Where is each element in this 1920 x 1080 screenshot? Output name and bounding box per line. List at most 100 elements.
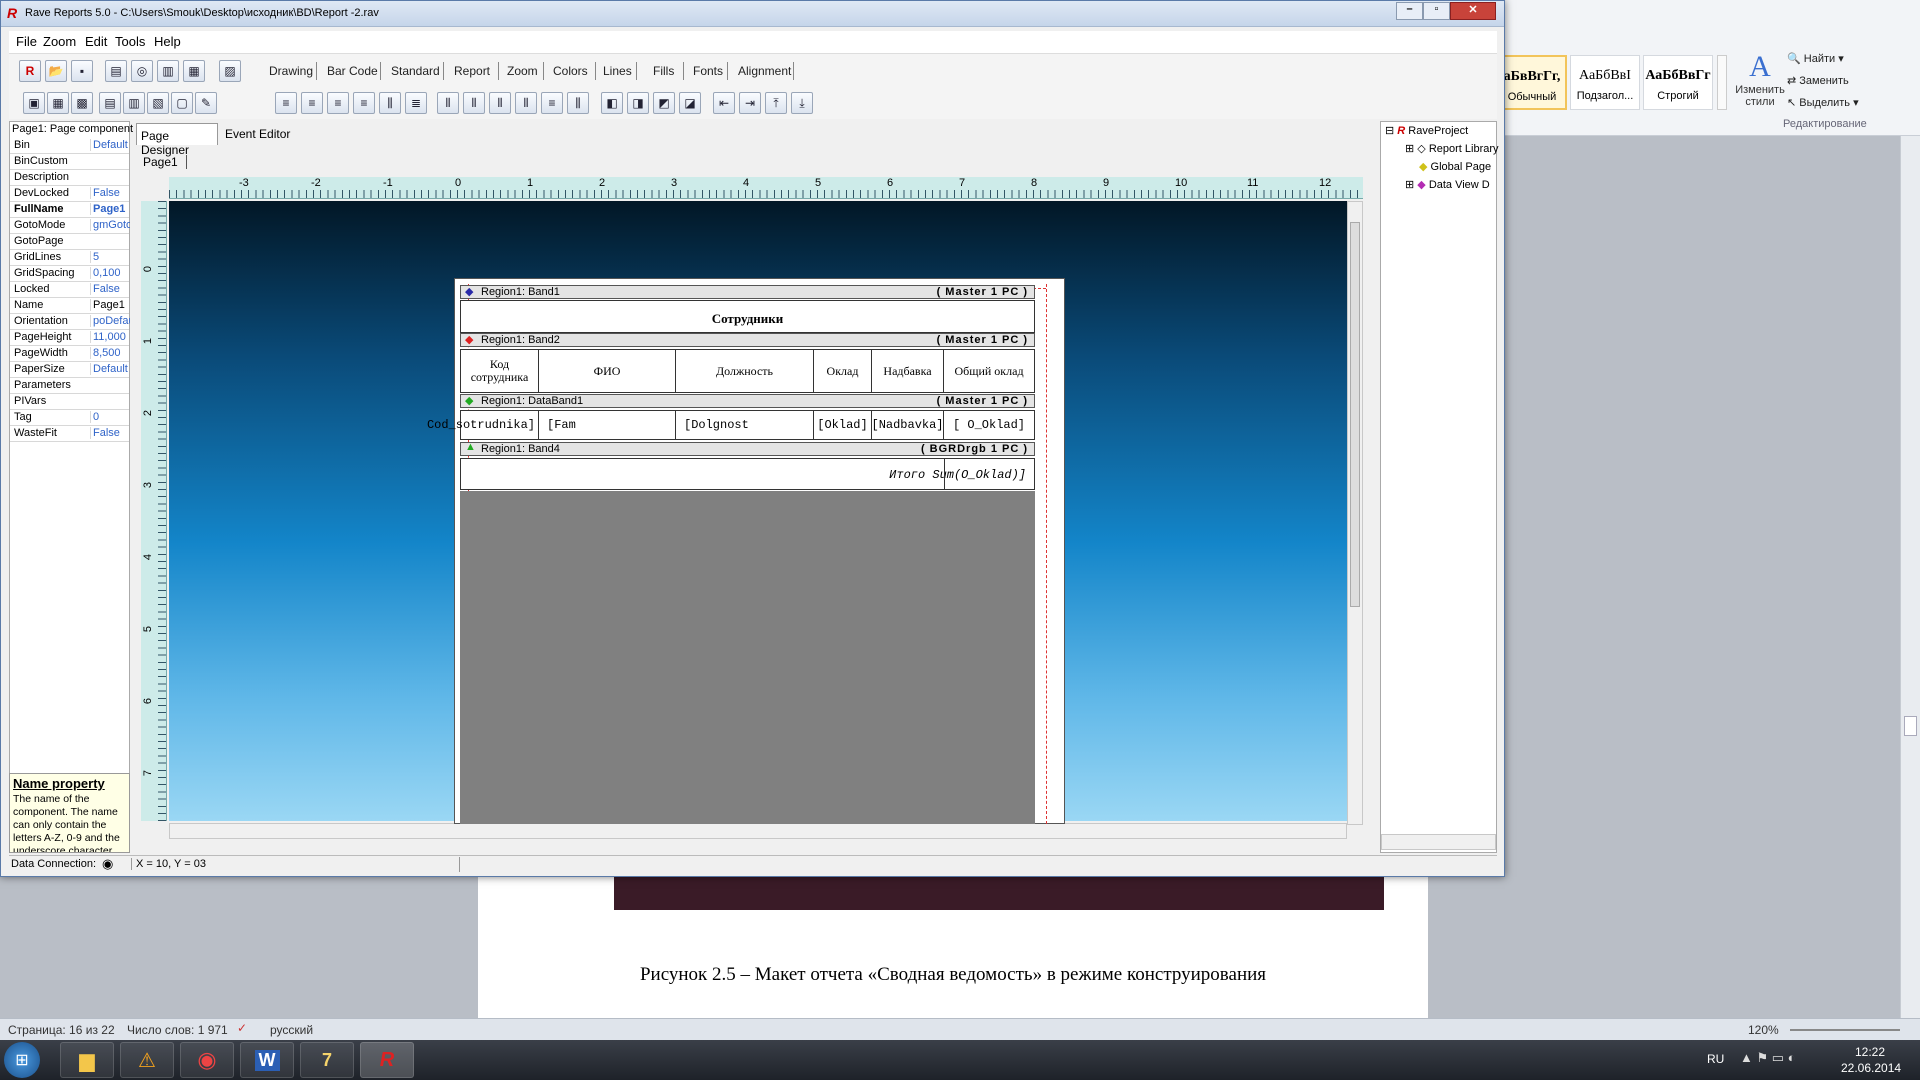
page-count[interactable]: Страница: 16 из 22 xyxy=(8,1023,115,1037)
tab-lines[interactable]: Lines xyxy=(603,64,632,78)
align-right-icon[interactable]: ≡ xyxy=(327,92,349,114)
title-bar[interactable]: R Rave Reports 5.0 - C:\Users\Smouk\Desk… xyxy=(1,1,1504,27)
canvas-horizontal-scrollbar[interactable] xyxy=(169,823,1347,839)
page-component-icon[interactable]: ▢ xyxy=(171,92,193,114)
move-left-icon[interactable]: ⇤ xyxy=(713,92,735,114)
column-header[interactable]: ФИО xyxy=(539,350,676,392)
menu-zoom[interactable]: Zoom xyxy=(43,34,76,49)
find-button[interactable]: 🔍 Найти ▾ xyxy=(1787,52,1844,65)
send-backward-icon[interactable]: ◪ xyxy=(679,92,701,114)
style-normal[interactable]: аБвВгГг, Обычный xyxy=(1497,55,1567,110)
align-center-icon[interactable]: ≡ xyxy=(301,92,323,114)
property-row[interactable]: DevLocked False xyxy=(10,186,129,202)
tab-page1[interactable]: Page1 xyxy=(143,155,187,169)
field-cell[interactable]: [Dolgnost xyxy=(676,411,814,439)
tree-node-data-view[interactable]: ⊞ ◆ Data View D xyxy=(1405,178,1490,191)
tree-horizontal-scrollbar[interactable] xyxy=(1381,834,1496,850)
explorer-taskbar-button[interactable]: ▆ xyxy=(60,1042,114,1078)
property-row[interactable]: Tag 0 xyxy=(10,410,129,426)
word-taskbar-button[interactable]: W xyxy=(240,1042,294,1078)
component-icon-2[interactable]: ▦ xyxy=(47,92,69,114)
rave-taskbar-button[interactable]: R xyxy=(360,1042,414,1078)
canvas-vertical-scrollbar[interactable] xyxy=(1347,201,1363,825)
property-row[interactable]: PaperSize Default xyxy=(10,362,129,378)
report-title[interactable]: Сотрудники xyxy=(461,311,1034,327)
property-row-fullname[interactable]: FullName Page1 xyxy=(10,202,129,218)
column-header[interactable]: Код сотрудника xyxy=(461,350,539,392)
property-row[interactable]: GotoPage xyxy=(10,234,129,250)
new-data-object-icon[interactable]: ◎ xyxy=(131,60,153,82)
tab-standard[interactable]: Standard xyxy=(391,64,440,78)
property-row[interactable]: PIVars xyxy=(10,394,129,410)
change-styles-button[interactable]: A Изменить стили xyxy=(1730,50,1790,115)
tree-node-global-page[interactable]: ◆ Global Page xyxy=(1419,160,1491,173)
close-button[interactable]: ✕ xyxy=(1450,2,1496,20)
property-row[interactable]: Bin Default xyxy=(10,138,129,154)
align-hcenter-icon[interactable]: ⫼ xyxy=(379,92,401,114)
property-row[interactable]: Locked False xyxy=(10,282,129,298)
new-data-view-icon[interactable]: ▥ xyxy=(157,60,179,82)
align-vcenter-icon[interactable]: ⫴ xyxy=(515,92,537,114)
zoom-slider[interactable] xyxy=(1790,1029,1900,1031)
menu-file[interactable]: File xyxy=(16,34,37,49)
property-row[interactable]: PageHeight 11,000 xyxy=(10,330,129,346)
tree-node-raveproject[interactable]: ⊟ R RaveProject xyxy=(1385,124,1468,137)
tab-drawing[interactable]: Drawing xyxy=(269,64,313,78)
select-button[interactable]: ↖ Выделить ▾ xyxy=(1787,96,1859,109)
field-cell[interactable]: Cod_sotrudnika] xyxy=(427,411,539,439)
align-bottom-icon[interactable]: ⫴ xyxy=(489,92,511,114)
app-taskbar-button[interactable]: ⚠ xyxy=(120,1042,174,1078)
tab-fonts[interactable]: Fonts xyxy=(693,64,723,78)
tab-fills[interactable]: Fills xyxy=(653,64,674,78)
start-button[interactable]: ⊞ xyxy=(4,1042,40,1078)
field-cell[interactable]: [Oklad] xyxy=(814,411,872,439)
styles-scroll[interactable] xyxy=(1717,55,1727,110)
band-icon[interactable]: ▧ xyxy=(147,92,169,114)
column-header[interactable]: Общий оклад xyxy=(944,350,1034,392)
property-row[interactable]: GridLines 5 xyxy=(10,250,129,266)
style-subtitle[interactable]: АаБбВвI Подзагол... xyxy=(1570,55,1640,110)
menu-tools[interactable]: Tools xyxy=(115,34,145,49)
delphi-taskbar-button[interactable]: 7 xyxy=(300,1042,354,1078)
tab-page-designer[interactable]: Page Designer xyxy=(136,123,218,157)
bring-forward-icon[interactable]: ◩ xyxy=(653,92,675,114)
property-row[interactable]: GridSpacing 0,100 xyxy=(10,266,129,282)
band1-body[interactable]: Сотрудники xyxy=(460,300,1035,333)
databand-icon[interactable]: ▥ xyxy=(123,92,145,114)
save-icon[interactable]: ▪ xyxy=(71,60,93,82)
tab-zoom[interactable]: Zoom xyxy=(507,64,538,78)
minimize-button[interactable]: – xyxy=(1396,2,1423,20)
align-middle-icon[interactable]: ⫴ xyxy=(463,92,485,114)
new-project-icon[interactable]: R xyxy=(19,60,41,82)
send-back-icon[interactable]: ◨ xyxy=(627,92,649,114)
scroll-thumb[interactable] xyxy=(1350,222,1360,607)
region-icon[interactable]: ▤ xyxy=(99,92,121,114)
replace-button[interactable]: ⇄ Заменить xyxy=(1787,74,1849,87)
band2-body[interactable]: Код сотрудника ФИО Должность Оклад Надба… xyxy=(460,349,1035,393)
clock-date[interactable]: 22.06.2014 xyxy=(1841,1061,1901,1075)
tab-report[interactable]: Report xyxy=(454,64,490,78)
band2-header[interactable]: ◆ Region1: Band2 ( Master 1 PC ) xyxy=(460,333,1035,347)
tree-node-report-library[interactable]: ⊞ ◇ Report Library xyxy=(1405,142,1499,155)
band1-header[interactable]: ◆ Region1: Band1 ( Master 1 PC ) xyxy=(460,285,1035,299)
tray-icons[interactable]: ▲ ⚑ ▭ ◐ xyxy=(1740,1050,1796,1066)
column-header[interactable]: Оклад xyxy=(814,350,872,392)
tab-alignment[interactable]: Alignment xyxy=(738,64,791,78)
align-distribute-icon[interactable]: ⫼ xyxy=(567,92,589,114)
menu-help[interactable]: Help xyxy=(154,34,181,49)
property-row[interactable]: PageWidth 8,500 xyxy=(10,346,129,362)
language-indicator[interactable]: RU xyxy=(1707,1052,1724,1066)
total-field[interactable]: Итого Sum(O_Oklad)] xyxy=(889,468,1026,482)
band4-header[interactable]: ▲ Region1: Band4 ( BGRDrgb 1 PC ) xyxy=(460,441,1035,456)
move-right-icon[interactable]: ⇥ xyxy=(739,92,761,114)
property-row[interactable]: GotoMode gmGoto xyxy=(10,218,130,234)
word-count[interactable]: Число слов: 1 971 xyxy=(127,1023,228,1037)
component-icon-3[interactable]: ▩ xyxy=(71,92,93,114)
language[interactable]: русский xyxy=(270,1023,313,1037)
field-cell[interactable]: [Nadbavka] xyxy=(872,411,944,439)
tab-event-editor[interactable]: Event Editor xyxy=(225,127,290,141)
property-row[interactable]: WasteFit False xyxy=(10,426,129,442)
zoom-level[interactable]: 120% xyxy=(1748,1023,1779,1037)
tool-icon[interactable]: ✎ xyxy=(195,92,217,114)
field-cell[interactable]: [Fam xyxy=(539,411,676,439)
